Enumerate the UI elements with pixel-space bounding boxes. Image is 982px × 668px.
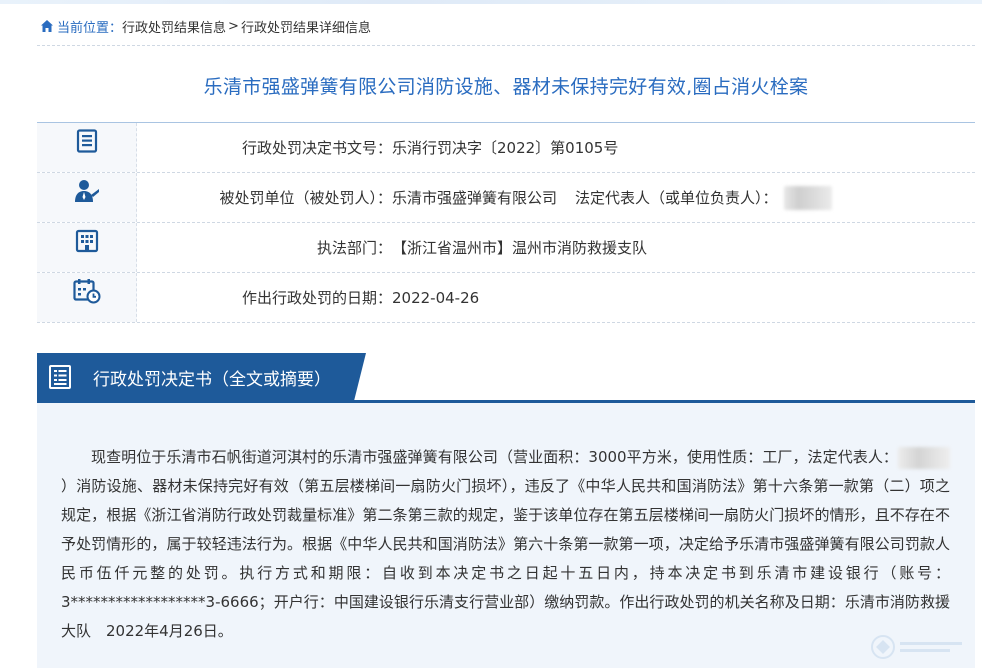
- decision-date-value: 2022-04-26: [392, 288, 480, 307]
- section-title: 行政处罚决定书（全文或摘要）: [93, 369, 331, 390]
- breadcrumb: 当前位置： 行政处罚结果信息 > 行政处罚结果详细信息: [40, 16, 371, 36]
- breadcrumb-item-results[interactable]: 行政处罚结果信息: [122, 17, 226, 36]
- divider: [37, 45, 975, 46]
- decision-text-part1: 现查明位于乐清市石帆街道河淇村的乐清市强盛弹簧有限公司（营业面积：3000平方米…: [91, 448, 898, 466]
- calendar-icon: [72, 278, 100, 303]
- decision-date-label: 作出行政处罚的日期：: [241, 289, 392, 307]
- info-row-decision-date: 作出行政处罚的日期： 2022-04-26: [37, 273, 975, 323]
- building-icon: [75, 229, 98, 252]
- document-number-label: 行政处罚决定书文号：: [241, 139, 392, 157]
- info-text-cell: 作出行政处罚的日期： 2022-04-26: [137, 273, 975, 322]
- info-text-cell: 行政处罚决定书文号： 乐消行罚决字〔2022〕第0105号: [137, 123, 975, 172]
- decision-text-part2: ）消防设施、器材未保持完好有效（第五层楼梯间一扇防火门损坏），违反了《中华人民共…: [61, 477, 950, 640]
- info-text-cell: 执法部门： 【浙江省温州市】温州市消防救援支队: [137, 223, 975, 272]
- decision-content: 现查明位于乐清市石帆街道河淇村的乐清市强盛弹簧有限公司（营业面积：3000平方米…: [37, 403, 975, 668]
- info-icon-cell: [37, 223, 137, 272]
- enforcement-dept-value: 【浙江省温州市】温州市消防救援支队: [392, 239, 648, 257]
- person-icon: [74, 179, 99, 202]
- list-document-icon: [49, 365, 71, 389]
- info-row-punished-party: 被处罚单位（被处罚人）： 乐清市强盛弹簧有限公司 法定代表人（或单位负责人）：: [37, 173, 975, 223]
- case-title: 乐清市强盛弹簧有限公司消防设施、器材未保持完好有效,圈占消火栓案: [203, 76, 809, 98]
- info-row-enforcement-dept: 执法部门： 【浙江省温州市】温州市消防救援支队: [37, 223, 975, 273]
- breadcrumb-prefix: 当前位置：: [57, 20, 123, 36]
- info-row-document-number: 行政处罚决定书文号： 乐消行罚决字〔2022〕第0105号: [37, 123, 975, 173]
- section-tab: 行政处罚决定书（全文或摘要）: [37, 353, 366, 401]
- info-table: 行政处罚决定书文号： 乐消行罚决字〔2022〕第0105号 被处罚单位（被处罚人…: [37, 122, 975, 323]
- breadcrumb-item-details[interactable]: 行政处罚结果详细信息: [241, 17, 371, 36]
- redacted-legal-representative: [783, 185, 832, 210]
- enforcement-dept-label: 执法部门：: [316, 239, 392, 257]
- info-icon-cell: [37, 273, 137, 322]
- redacted-name: [898, 446, 950, 469]
- decision-text: 现查明位于乐清市石帆街道河淇村的乐清市强盛弹簧有限公司（营业面积：3000平方米…: [61, 443, 950, 646]
- info-text-cell: 被处罚单位（被处罚人）： 乐清市强盛弹簧有限公司 法定代表人（或单位负责人）：: [137, 173, 975, 222]
- section-header: 行政处罚决定书（全文或摘要）: [37, 353, 975, 403]
- info-icon-cell: [37, 123, 137, 172]
- document-icon: [76, 128, 97, 153]
- watermark-logo: [871, 635, 962, 659]
- document-number-value: 乐消行罚决字〔2022〕第0105号: [392, 139, 619, 157]
- top-strip: [0, 0, 982, 4]
- home-icon[interactable]: [40, 19, 54, 33]
- info-icon-cell: [37, 173, 137, 222]
- breadcrumb-separator: >: [228, 18, 239, 34]
- punished-party-value: 乐清市强盛弹簧有限公司: [392, 189, 558, 207]
- legal-representative-label: 法定代表人（或单位负责人）：: [575, 189, 778, 207]
- punished-party-label: 被处罚单位（被处罚人）：: [219, 189, 392, 207]
